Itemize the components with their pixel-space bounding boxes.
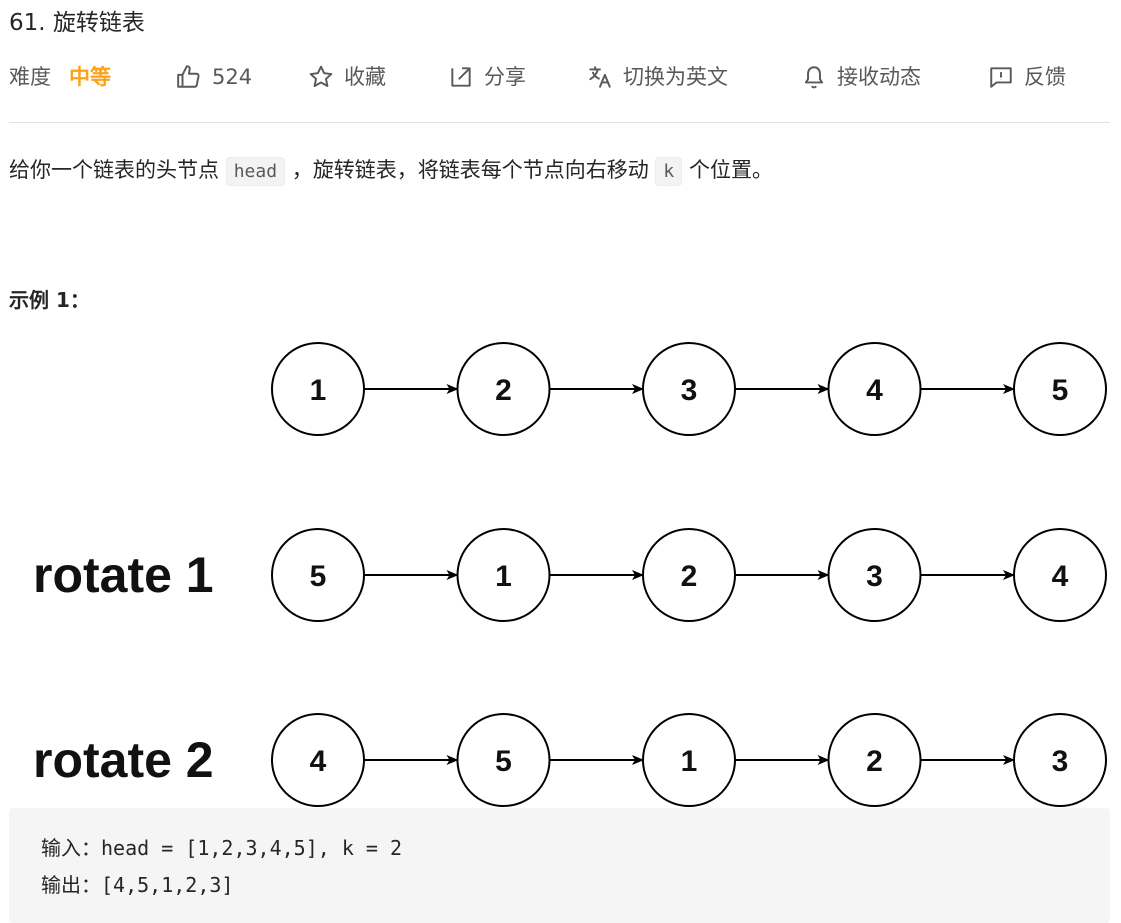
node-value: 3 bbox=[1052, 745, 1069, 778]
node-value: 1 bbox=[495, 560, 512, 593]
feedback-button[interactable]: 反馈 bbox=[988, 60, 1066, 94]
code-head: head bbox=[225, 157, 286, 186]
node-value: 1 bbox=[310, 374, 327, 407]
translate-label: 切换为英文 bbox=[623, 65, 728, 89]
like-count: 524 bbox=[212, 65, 253, 89]
rotate-label: rotate 1 bbox=[33, 547, 214, 603]
favorite-label: 收藏 bbox=[344, 65, 386, 89]
node-value: 1 bbox=[681, 745, 698, 778]
example-input: 输入：head = [1,2,3,4,5], k = 2 bbox=[41, 836, 403, 860]
node-value: 3 bbox=[681, 374, 698, 407]
thumbs-up-icon bbox=[176, 64, 202, 90]
feedback-label: 反馈 bbox=[1024, 65, 1066, 89]
difficulty-label: 难度 bbox=[9, 65, 51, 89]
star-icon bbox=[308, 64, 334, 90]
node-value: 4 bbox=[866, 374, 883, 407]
subscribe-button[interactable]: 接收动态 bbox=[801, 60, 921, 94]
description-text-3: 个位置。 bbox=[688, 158, 773, 182]
translate-button[interactable]: 切换为英文 bbox=[587, 60, 728, 94]
code-k: k bbox=[655, 157, 683, 186]
example-output: 输出：[4,5,1,2,3] bbox=[41, 873, 234, 897]
share-icon bbox=[448, 64, 474, 90]
difficulty-value: 中等 bbox=[69, 65, 111, 89]
rotate-label: rotate 2 bbox=[33, 732, 214, 788]
subscribe-label: 接收动态 bbox=[837, 65, 921, 89]
node-value: 3 bbox=[866, 560, 883, 593]
example-code-block: 输入：head = [1,2,3,4,5], k = 2 输出：[4,5,1,2… bbox=[9, 808, 1110, 923]
node-value: 5 bbox=[1052, 374, 1069, 407]
share-button[interactable]: 分享 bbox=[448, 60, 526, 94]
example-title: 示例 1： bbox=[9, 288, 90, 312]
difficulty: 难度 中等 bbox=[9, 60, 111, 94]
bell-icon bbox=[801, 64, 827, 90]
description-text-1: 给你一个链表的头节点 bbox=[9, 158, 219, 182]
share-label: 分享 bbox=[484, 65, 526, 89]
node-value: 2 bbox=[866, 745, 883, 778]
node-value: 5 bbox=[495, 745, 512, 778]
like-button[interactable]: 524 bbox=[176, 60, 252, 94]
description-text-2: ，旋转链表，将链表每个节点向右移动 bbox=[291, 158, 649, 182]
divider bbox=[9, 122, 1110, 123]
problem-description: 给你一个链表的头节点 head ，旋转链表，将链表每个节点向右移动 k 个位置。 bbox=[9, 150, 773, 192]
node-value: 4 bbox=[310, 745, 327, 778]
feedback-icon bbox=[988, 64, 1014, 90]
problem-meta-bar: 难度 中等 524 收藏 分享 切换为英文 接收动态 反馈 bbox=[0, 60, 1121, 94]
problem-title: 61. 旋转链表 bbox=[9, 10, 145, 36]
translate-icon bbox=[587, 64, 613, 90]
favorite-button[interactable]: 收藏 bbox=[308, 60, 386, 94]
node-value: 4 bbox=[1052, 560, 1069, 593]
node-value: 2 bbox=[495, 374, 512, 407]
node-value: 2 bbox=[681, 560, 698, 593]
node-value: 5 bbox=[310, 560, 327, 593]
linked-list-diagram: 1 2 3 4 5 rotate 1 5 1 2 3 4 rotate 2 4 5 1 2 3 bbox=[33, 342, 1107, 807]
